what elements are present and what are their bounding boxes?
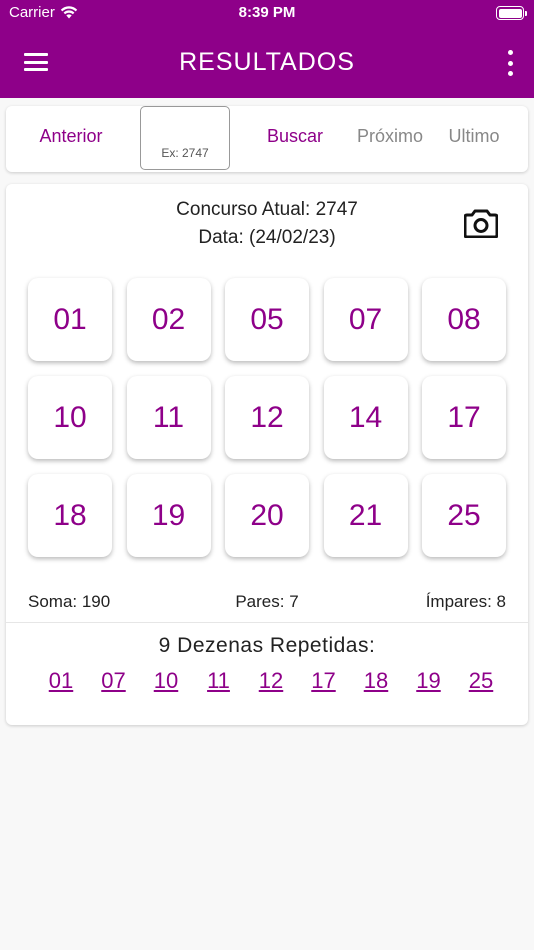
repeated-number-link[interactable]: 10: [151, 668, 181, 694]
repeated-numbers-list: 01 07 10 11 12 17 18 19 25: [46, 668, 496, 694]
repeated-number-link[interactable]: 07: [99, 668, 129, 694]
number-ball: 19: [126, 474, 211, 557]
number-ball: 05: [225, 278, 309, 361]
contest-number: Concurso Atual: 2747: [176, 199, 358, 220]
next-button[interactable]: Próximo: [354, 126, 426, 147]
result-stats: Soma: 190 Pares: 7 Ímpares: 8: [28, 592, 506, 614]
camera-icon[interactable]: [464, 208, 498, 238]
number-ball: 21: [323, 474, 408, 557]
drawn-numbers-grid: 01 02 05 07 08 10 11 12 14 17 18 19 20 2…: [28, 278, 508, 557]
number-ball: 18: [28, 474, 112, 557]
last-button[interactable]: Ultimo: [440, 126, 508, 147]
repeated-number-link[interactable]: 01: [46, 668, 76, 694]
number-ball: 01: [28, 278, 112, 361]
repeated-number-link[interactable]: 17: [309, 668, 339, 694]
number-ball: 10: [28, 376, 112, 459]
more-vertical-icon[interactable]: [506, 50, 514, 76]
contest-search-input[interactable]: [140, 106, 230, 170]
page-title: RESULTADOS: [179, 48, 355, 76]
search-card: Anterior Buscar Próximo Ultimo: [6, 106, 528, 172]
repeated-numbers-title: 9 Dezenas Repetidas:: [158, 634, 376, 657]
contest-info: Concurso Atual: 2747 Data: (24/02/23): [6, 196, 528, 252]
status-bar: Carrier 8:39 PM: [0, 0, 534, 28]
number-ball: 08: [422, 278, 506, 361]
odd-stat: Ímpares: 8: [425, 592, 506, 611]
repeated-number-link[interactable]: 12: [256, 668, 286, 694]
number-ball: 14: [323, 376, 408, 459]
status-time: 8:39 PM: [238, 4, 296, 21]
previous-button[interactable]: Anterior: [26, 126, 116, 147]
divider: [6, 622, 528, 623]
number-ball: 02: [126, 278, 211, 361]
number-ball: 11: [126, 376, 211, 459]
number-ball: 07: [323, 278, 408, 361]
search-button[interactable]: Buscar: [256, 126, 334, 147]
repeated-number-link[interactable]: 25: [466, 668, 496, 694]
number-ball: 12: [225, 376, 309, 459]
result-card: Concurso Atual: 2747 Data: (24/02/23) 01…: [6, 184, 528, 725]
repeated-number-link[interactable]: 11: [204, 668, 234, 694]
nav-bar: RESULTADOS: [0, 40, 534, 84]
number-ball: 17: [422, 376, 506, 459]
number-ball: 20: [225, 474, 309, 557]
contest-date: Data: (24/02/23): [198, 227, 336, 248]
app-header: Carrier 8:39 PM RESULTADOS: [0, 0, 534, 98]
number-ball: 25: [422, 474, 506, 557]
repeated-number-link[interactable]: 18: [361, 668, 391, 694]
repeated-number-link[interactable]: 19: [414, 668, 444, 694]
battery-icon: [496, 6, 527, 20]
